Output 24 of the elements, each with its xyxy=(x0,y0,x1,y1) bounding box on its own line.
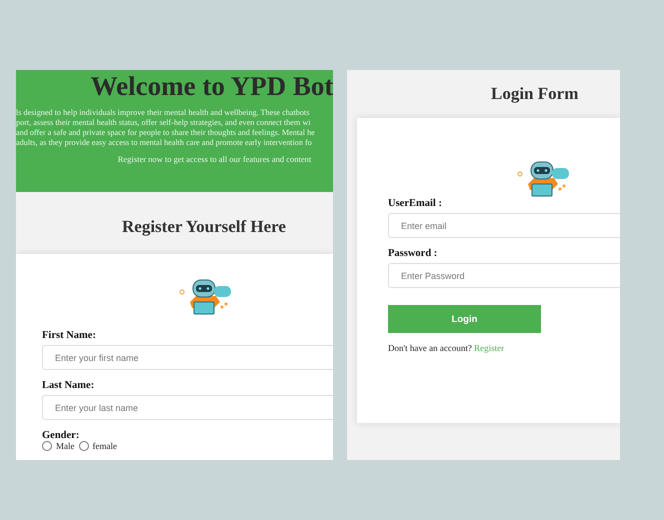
radio-button[interactable] xyxy=(78,441,88,451)
text-input[interactable]: Enter Password xyxy=(388,263,620,288)
intro-text-line: and offer a safe and private space for people to share their thoughts and feelings. Mental he xyxy=(16,128,315,138)
banner-title: Welcome to YPD Bot xyxy=(90,71,333,102)
login-button[interactable]: Login xyxy=(388,305,541,333)
cta-text: Register now to get access to all our features and content xyxy=(116,154,312,164)
radio-label: Male xyxy=(56,441,74,451)
intro-text-line: adults, as they provide easy access to mental health care and promote early intervention fo xyxy=(16,138,313,148)
signup-prompt: Don't have an account? Register xyxy=(388,343,506,353)
radio-label: female xyxy=(92,441,117,451)
register-link[interactable]: Register xyxy=(474,343,504,353)
text-input[interactable]: Enter email xyxy=(388,213,620,238)
text-input[interactable]: Enter your last name xyxy=(42,395,333,420)
intro-text-line: ls designed to help individuals improve their mental health and wellbeing. These chatbots xyxy=(16,108,310,118)
gender-label: Gender: xyxy=(42,430,80,441)
field-label: UserEmail : xyxy=(388,198,443,209)
field-label: First Name: xyxy=(42,330,97,341)
radio-button[interactable] xyxy=(42,441,52,451)
field-label: Password : xyxy=(388,248,438,259)
text-input[interactable]: Enter your first name xyxy=(42,345,333,370)
field-label: Last Name: xyxy=(42,380,96,391)
register-heading: Register Yourself Here xyxy=(122,217,287,237)
login-heading: Login Form xyxy=(491,84,580,104)
intro-text-line: port, assess their mental health status, offer self-help strategies, and even connect them wi xyxy=(16,118,312,128)
